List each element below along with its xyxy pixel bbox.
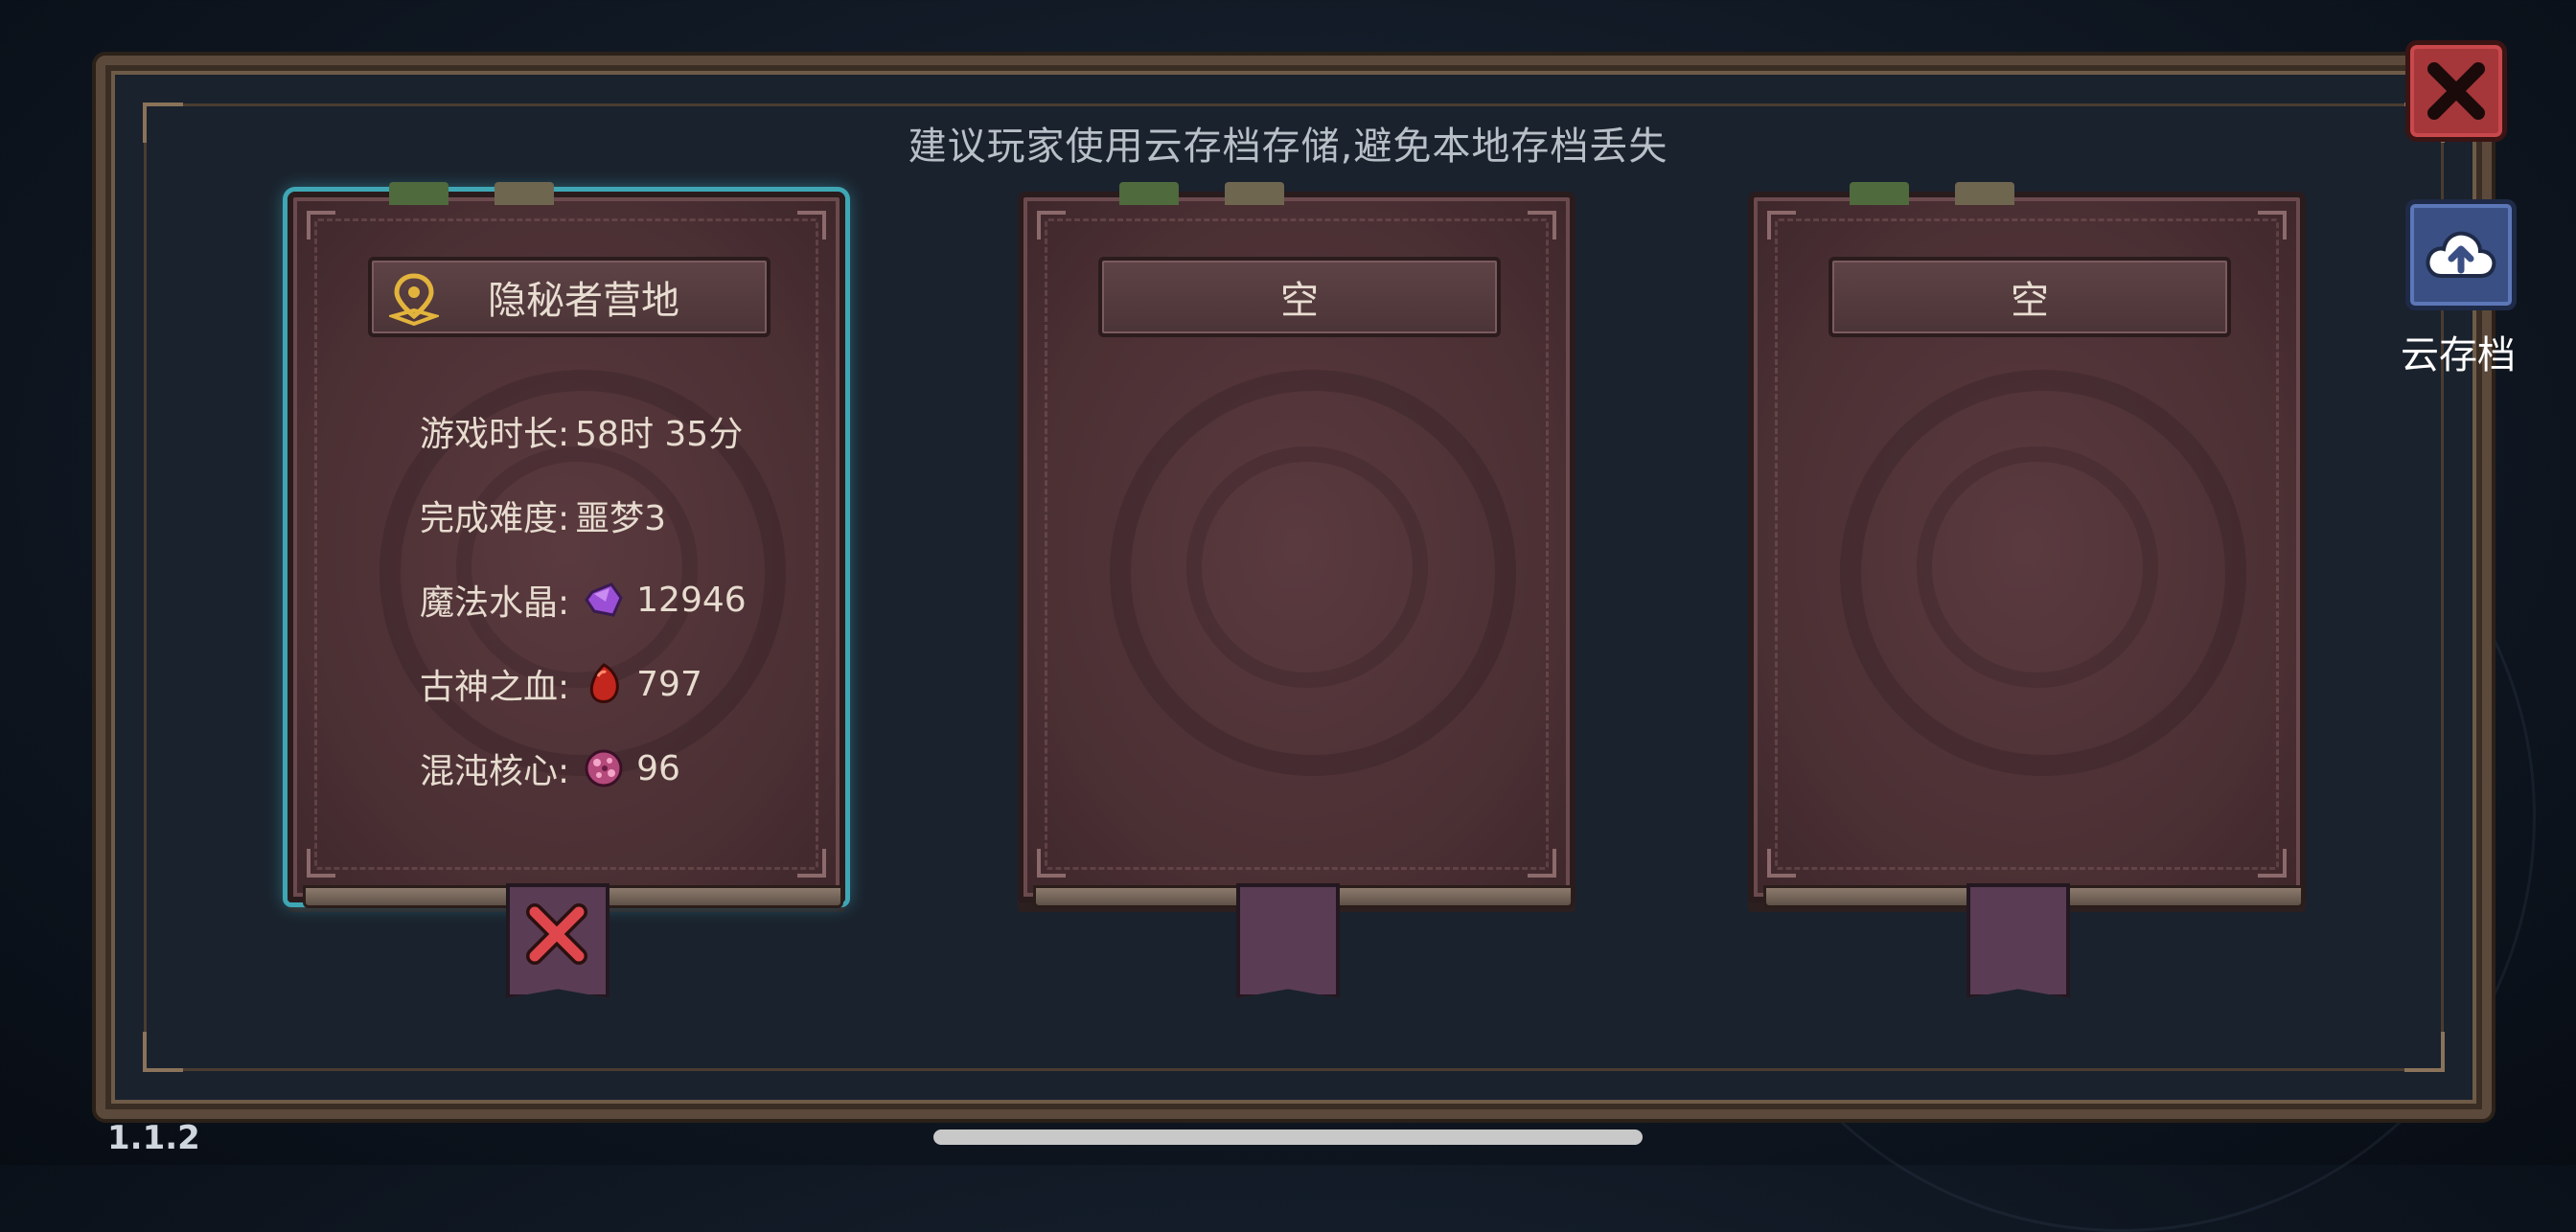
- save-slot-1[interactable]: 隐秘者营地 游戏时长: 58时 35分 完成难度: 噩梦3 魔法水晶: 1294…: [288, 182, 845, 998]
- home-indicator[interactable]: [933, 1129, 1643, 1145]
- cloud-upload-icon: [2426, 231, 2496, 278]
- save-title: 空: [2011, 279, 2049, 323]
- delete-save-button[interactable]: [506, 883, 610, 998]
- cloud-save-notice: 建议玩家使用云存档存储,避免本地存档丢失: [908, 125, 1668, 169]
- cloud-save-label: 云存档: [2401, 333, 2516, 377]
- save-title-plate: 空: [1828, 257, 2231, 337]
- close-icon: [2427, 62, 2485, 120]
- save-title: 空: [1280, 279, 1319, 323]
- save-book[interactable]: 隐秘者营地 游戏时长: 58时 35分 完成难度: 噩梦3 魔法水晶: 1294…: [288, 182, 845, 908]
- save-book[interactable]: 空: [1018, 182, 1576, 908]
- save-slot-2[interactable]: 空: [1018, 182, 1576, 998]
- save-title-plate: 隐秘者营地: [368, 257, 770, 337]
- chaos-core-icon: [585, 749, 623, 787]
- cloud-save-button[interactable]: [2405, 199, 2517, 310]
- close-button[interactable]: [2405, 40, 2507, 142]
- bookmark-ribbon: [1236, 883, 1340, 998]
- location-pin-icon: [389, 273, 439, 326]
- save-stats: 游戏时长: 58时 35分 完成难度: 噩梦3 魔法水晶: 12946 古神之血…: [420, 389, 747, 810]
- stat-ancient-blood: 古神之血: 797: [420, 663, 702, 707]
- save-title: 隐秘者营地: [488, 279, 679, 323]
- save-slot-3[interactable]: 空: [1748, 182, 2306, 998]
- purple-crystal-icon: [585, 582, 623, 617]
- stat-play-time: 游戏时长: 58时 35分: [420, 415, 744, 454]
- save-title-plate: 空: [1098, 257, 1501, 337]
- save-book[interactable]: 空: [1748, 182, 2306, 908]
- stat-difficulty: 完成难度: 噩梦3: [420, 499, 667, 538]
- bookmark-ribbon: [1966, 883, 2070, 998]
- delete-x-icon: [526, 903, 587, 965]
- red-blood-icon: [589, 663, 619, 703]
- stat-chaos-core: 混沌核心: 96: [420, 748, 680, 792]
- version-label: 1.1.2: [107, 1119, 200, 1157]
- stat-magic-crystal: 魔法水晶: 12946: [420, 580, 747, 624]
